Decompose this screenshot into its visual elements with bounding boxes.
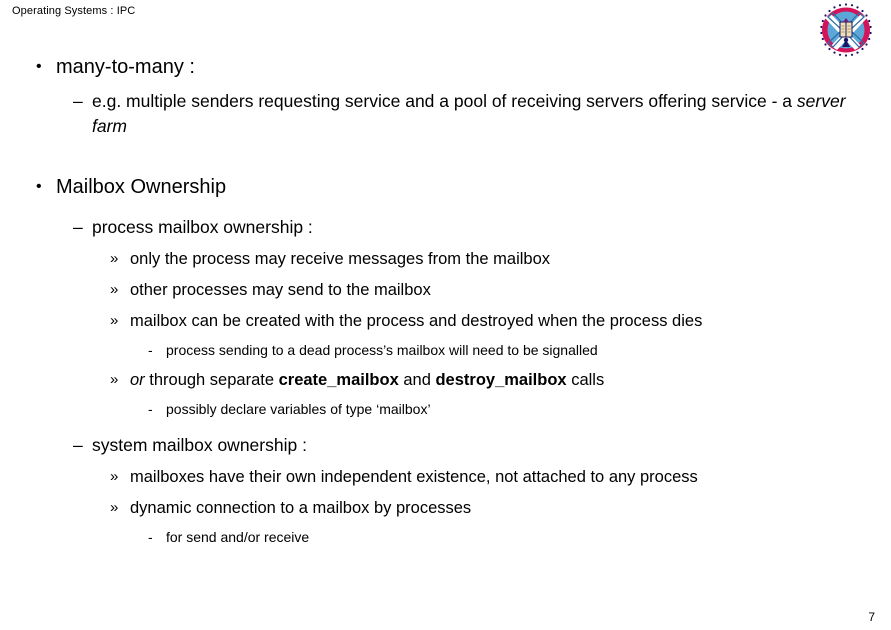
bullet-marker-level2: – (73, 435, 83, 455)
run-italic: or (130, 371, 145, 389)
run-normal: e.g. multiple senders requesting service… (92, 91, 797, 111)
bullet-level2: – e.g. multiple senders requesting servi… (0, 89, 891, 139)
slide-header-title: Operating Systems : IPC (12, 5, 136, 17)
bullet-level1: • Mailbox Ownership (0, 172, 891, 202)
bullet-marker-level4: - (148, 401, 153, 417)
university-crest-logo (815, 2, 877, 58)
bullet-text: for send and/or receive (166, 529, 310, 545)
bullet-marker-level3: » (110, 371, 119, 388)
bullet-text: mailbox can be created with the process … (130, 312, 703, 330)
bullet-level4: - possibly declare variables of type ‘ma… (0, 399, 891, 420)
bullet-level3: » other processes may send to the mailbo… (0, 278, 891, 302)
run-normal: through separate (144, 371, 279, 389)
bullet-level2: – system mailbox ownership : (0, 433, 891, 458)
bullet-text: Mailbox Ownership (56, 176, 227, 198)
bullet-level3: » mailboxes have their own independent e… (0, 465, 891, 489)
bullet-text: process sending to a dead process’s mail… (166, 342, 598, 358)
run-bold-create-mailbox: create_mailbox (278, 371, 399, 389)
bullet-level4: - for send and/or receive (0, 527, 891, 548)
bullet-level4: - process sending to a dead process’s ma… (0, 340, 891, 361)
bullet-text: dynamic connection to a mailbox by proce… (130, 499, 472, 517)
bullet-text: many-to-many : (56, 56, 195, 78)
bullet-marker-level2: – (73, 91, 83, 111)
bullet-marker-level2: – (73, 217, 83, 237)
bullet-marker-level1: • (36, 178, 42, 195)
bullet-marker-level3: » (110, 281, 119, 298)
bullet-level1: • many-to-many : (0, 52, 891, 82)
bullet-text: or through separate create_mailbox and d… (130, 368, 871, 392)
bullet-text: only the process may receive messages fr… (130, 250, 551, 268)
bullet-level3: » only the process may receive messages … (0, 247, 891, 271)
bullet-text: mailboxes have their own independent exi… (130, 468, 698, 486)
run-normal: and (398, 371, 436, 389)
slide-body: • many-to-many : – e.g. multiple senders… (0, 52, 891, 548)
bullet-marker-level3: » (110, 312, 119, 329)
bullet-marker-level3: » (110, 468, 119, 485)
bullet-text: possibly declare variables of type ‘mail… (166, 401, 431, 417)
bullet-text: e.g. multiple senders requesting service… (92, 89, 851, 139)
bullet-level3: » dynamic connection to a mailbox by pro… (0, 496, 891, 520)
page-number: 7 (868, 610, 875, 624)
bullet-marker-level4: - (148, 342, 153, 358)
bullet-text: process mailbox ownership : (92, 217, 313, 237)
bullet-text: other processes may send to the mailbox (130, 281, 431, 299)
bullet-marker-level4: - (148, 529, 153, 545)
bullet-level3: » or through separate create_mailbox and… (0, 368, 891, 392)
run-normal: calls (566, 371, 605, 389)
bullet-marker-level1: • (36, 58, 42, 75)
run-bold-destroy-mailbox: destroy_mailbox (435, 371, 567, 389)
bullet-marker-level3: » (110, 250, 119, 267)
bullet-level3: » mailbox can be created with the proces… (0, 309, 891, 333)
bullet-text: system mailbox ownership : (92, 435, 307, 455)
bullet-level2: – process mailbox ownership : (0, 215, 891, 240)
bullet-marker-level3: » (110, 499, 119, 516)
slide: Operating Systems : IPC • many-to-many:… (0, 0, 891, 630)
